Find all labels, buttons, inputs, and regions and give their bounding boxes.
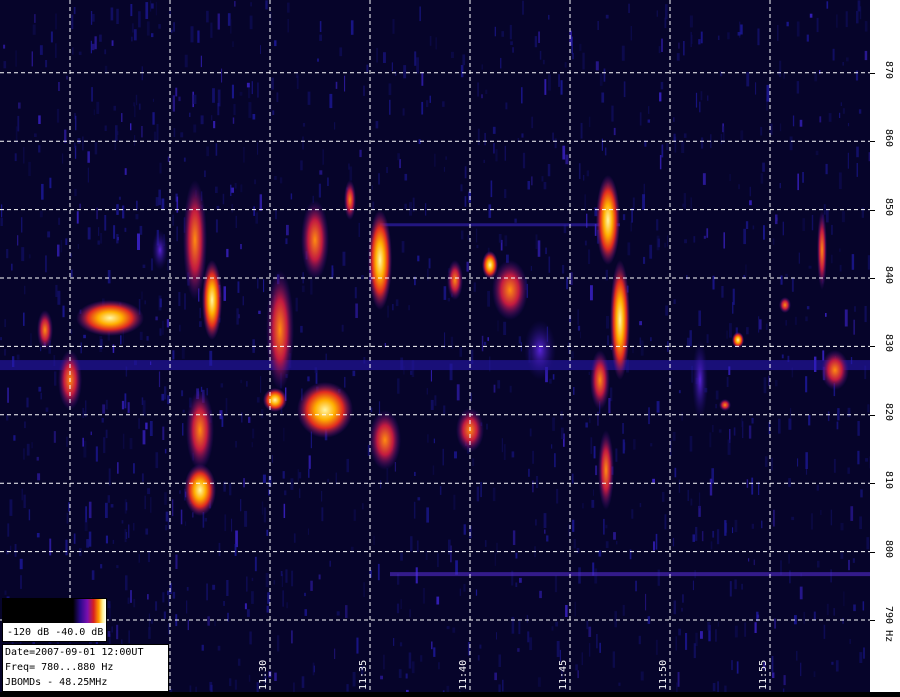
frequency-tick [870,278,875,279]
spectrogram-svg [0,0,870,692]
frequency-tick [870,620,875,621]
frequency-tick [870,483,875,484]
frequency-tick-label: 830 [883,334,894,352]
frequency-tick [870,141,875,142]
frequency-axis: 790 Hz 800 810 820 830 840 850 860 870 [870,0,900,692]
time-tick-label: 11:45 [558,660,569,690]
colorbar-min-label: -120 dB [7,627,49,638]
frequency-tick [870,552,875,553]
frequency-tick-label: 860 [883,129,894,147]
time-tick-label: 11:35 [358,660,369,690]
colorbar-labels: -120 dB -40.0 dB [7,627,103,638]
frequency-tick [870,346,875,347]
colorbar-gradient [3,599,106,623]
frequency-tick-label: 820 [883,403,894,421]
info-date: Date=2007-09-01 12:00UT [5,645,168,660]
info-station: JBOMDs - 48.25MHz [5,675,168,690]
frequency-tick [870,415,875,416]
frequency-tick-label: 790 Hz [883,606,894,642]
time-tick-label: 11:50 [658,660,669,690]
time-tick-label: 11:55 [758,660,769,690]
spectrogram-plot: 11:30 11:35 11:40 11:45 11:50 11:55 [0,0,870,692]
frequency-tick-label: 850 [883,198,894,216]
time-tick-label: 11:30 [258,660,269,690]
frequency-tick-label: 840 [883,266,894,284]
info-box: Date=2007-09-01 12:00UT Freq= 780...880 … [2,644,169,692]
frequency-tick-label: 800 [883,540,894,558]
frequency-tick [870,210,875,211]
time-tick-label: 11:40 [458,660,469,690]
frequency-tick-label: 870 [883,61,894,79]
info-freq: Freq= 780...880 Hz [5,660,168,675]
colorbar: -120 dB -40.0 dB [2,598,107,642]
frequency-tick-label: 810 [883,471,894,489]
frequency-tick [870,73,875,74]
colorbar-max-label: -40.0 dB [55,627,103,638]
